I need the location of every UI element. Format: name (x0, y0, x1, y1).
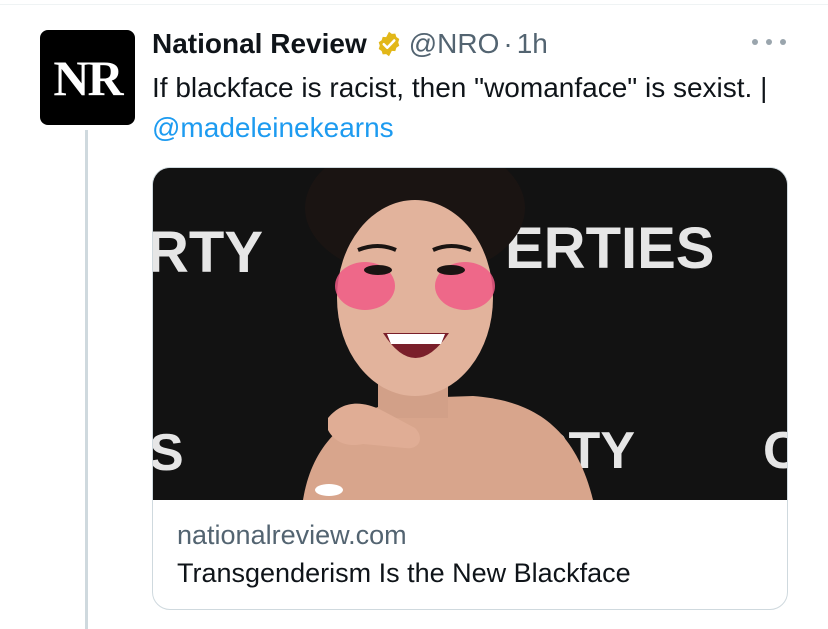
more-dot (780, 39, 786, 45)
backdrop-text: C (763, 422, 788, 480)
backdrop-text: S (153, 424, 184, 482)
person-photo: RTY ERTIES S RTY C (153, 168, 788, 500)
card-title[interactable]: Transgenderism Is the New Blackface (177, 558, 631, 589)
top-divider (0, 4, 828, 5)
author-handle[interactable]: @NRO (409, 28, 500, 60)
verified-badge-icon (378, 31, 400, 57)
separator-dot: · (503, 28, 513, 59)
tweet-header: National Review @NRO · 1h (152, 26, 548, 62)
timestamp[interactable]: 1h (517, 28, 548, 60)
more-dot (766, 39, 772, 45)
card-domain: nationalreview.com (177, 520, 407, 550)
tweet-body: If blackface is racist, then "womanface"… (152, 72, 768, 103)
backdrop-text: ERTIES (505, 216, 715, 281)
author-name[interactable]: National Review (152, 28, 367, 60)
tweet-text: If blackface is racist, then "womanface"… (152, 68, 792, 148)
mention-link[interactable]: @madeleinekearns (152, 112, 394, 143)
avatar[interactable]: NR (40, 30, 135, 125)
card-image[interactable]: RTY ERTIES S RTY C (153, 168, 788, 500)
more-dot (752, 39, 758, 45)
link-card[interactable]: RTY ERTIES S RTY C (152, 167, 788, 610)
thread-line (85, 130, 88, 629)
backdrop-text: RTY (153, 220, 263, 285)
more-horizontal-icon[interactable] (752, 28, 786, 56)
